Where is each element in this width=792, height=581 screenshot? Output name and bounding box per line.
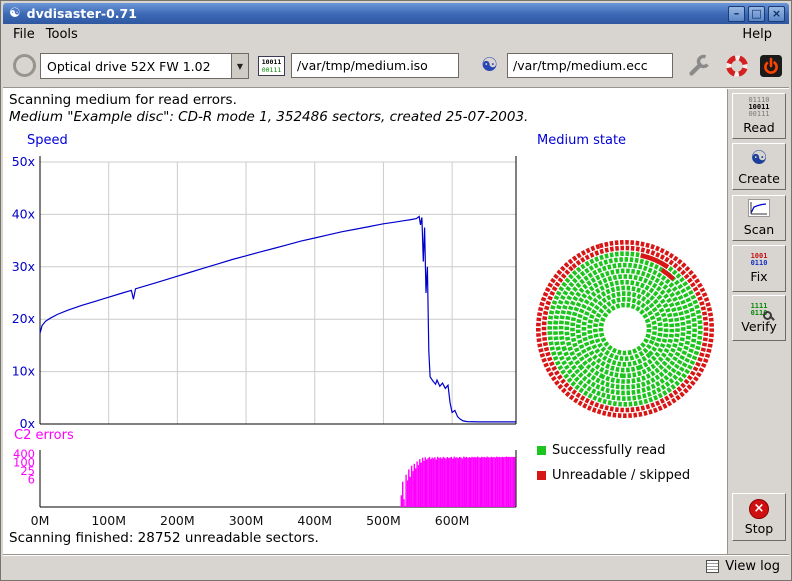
verify-magnifier-icon: 1111 0110	[751, 303, 768, 317]
svg-text:300M: 300M	[229, 513, 264, 528]
yin-yang-icon: ☯	[750, 148, 767, 169]
legend-bad-swatch	[537, 471, 546, 480]
window-title: dvdisaster-0.71	[27, 6, 725, 21]
view-log-button[interactable]: View log	[706, 559, 780, 574]
log-icon	[706, 560, 719, 573]
toolbar: Optical drive 52X FW 1.02 ▼ 10011 00111 …	[3, 45, 789, 87]
app-icon: ☯	[9, 6, 21, 21]
fix-button[interactable]: 1001 0110 Fix	[732, 245, 786, 292]
svg-text:6: 6	[28, 473, 35, 487]
svg-text:40x: 40x	[12, 206, 35, 221]
ecc-path-input[interactable]: /var/tmp/medium.ecc	[507, 53, 673, 78]
read-binary-icon: 01110 10011 00111	[748, 97, 769, 118]
verify-button[interactable]: 1111 0110 Verify	[732, 295, 786, 341]
menu-tools[interactable]: Tools	[44, 26, 87, 43]
status-line-1: Scanning medium for read errors.	[9, 92, 237, 108]
read-label: Read	[743, 120, 774, 135]
app-window: { "window": { "title": "dvdisaster-0.71"…	[0, 0, 792, 581]
ecc-file-icon: ☯	[481, 54, 498, 76]
svg-text:0M: 0M	[31, 513, 50, 528]
main-panel: Scanning medium for read errors. Medium …	[3, 89, 727, 554]
minimize-button[interactable]: –	[728, 6, 745, 22]
magnifier-icon	[763, 311, 772, 320]
scan-chart-icon	[748, 199, 770, 220]
legend-bad-row: Unreadable / skipped	[537, 468, 690, 483]
fix-label: Fix	[750, 269, 767, 284]
help-lifebelt-icon[interactable]	[723, 52, 751, 80]
verify-label: Verify	[741, 319, 776, 334]
svg-text:500M: 500M	[366, 513, 401, 528]
fix-binary-icon: 1001 0110	[751, 253, 768, 267]
svg-text:10x: 10x	[12, 364, 35, 379]
status-line-2: Medium "Example disc": CD-R mode 1, 3524…	[9, 109, 528, 125]
medium-state-disc	[527, 231, 723, 427]
quit-power-icon[interactable]	[757, 52, 785, 80]
svg-text:600M: 600M	[435, 513, 470, 528]
read-button[interactable]: 01110 10011 00111 Read	[732, 93, 786, 139]
action-sidebar: 01110 10011 00111 Read ☯ Create Scan	[727, 89, 789, 554]
create-button[interactable]: ☯ Create	[732, 143, 786, 190]
stop-label: Stop	[745, 521, 773, 536]
stop-icon: ×	[749, 499, 769, 519]
scan-result-status: Scanning finished: 28752 unreadable sect…	[9, 530, 319, 546]
image-file-icon: 10011 00111	[258, 56, 285, 76]
svg-text:50x: 50x	[12, 154, 35, 169]
window-titlebar[interactable]: ☯ dvdisaster-0.71 – □ ×	[3, 3, 789, 24]
legend-ok-row: Successfully read	[537, 443, 665, 458]
bottom-bar: View log	[3, 554, 789, 578]
iso-path-input[interactable]: /var/tmp/medium.iso	[291, 53, 459, 78]
view-log-label: View log	[725, 559, 780, 574]
menu-file[interactable]: File	[11, 26, 44, 43]
preferences-wrench-icon[interactable]	[685, 52, 713, 80]
svg-text:200M: 200M	[160, 513, 195, 528]
maximize-button[interactable]: □	[748, 6, 765, 22]
stop-button[interactable]: × Stop	[732, 493, 786, 541]
legend-ok-label: Successfully read	[552, 443, 665, 458]
create-label: Create	[738, 171, 780, 186]
legend-ok-swatch	[537, 446, 546, 455]
svg-text:20x: 20x	[12, 311, 35, 326]
svg-text:0x: 0x	[20, 416, 35, 431]
drive-select-value: Optical drive 52X FW 1.02	[41, 59, 231, 74]
legend-bad-label: Unreadable / skipped	[552, 468, 690, 483]
scan-button[interactable]: Scan	[732, 195, 786, 241]
svg-text:30x: 30x	[12, 259, 35, 274]
menu-help[interactable]: Help	[740, 26, 781, 43]
close-button[interactable]: ×	[768, 6, 785, 22]
drive-select[interactable]: Optical drive 52X FW 1.02 ▼	[40, 53, 249, 79]
chevron-down-icon[interactable]: ▼	[231, 54, 248, 78]
svg-text:400M: 400M	[297, 513, 332, 528]
scan-label: Scan	[744, 222, 774, 237]
content-area: Scanning medium for read errors. Medium …	[3, 89, 789, 554]
menubar: File Tools Help	[3, 24, 789, 45]
disc-drive-icon[interactable]	[13, 54, 36, 77]
svg-text:100M: 100M	[91, 513, 126, 528]
